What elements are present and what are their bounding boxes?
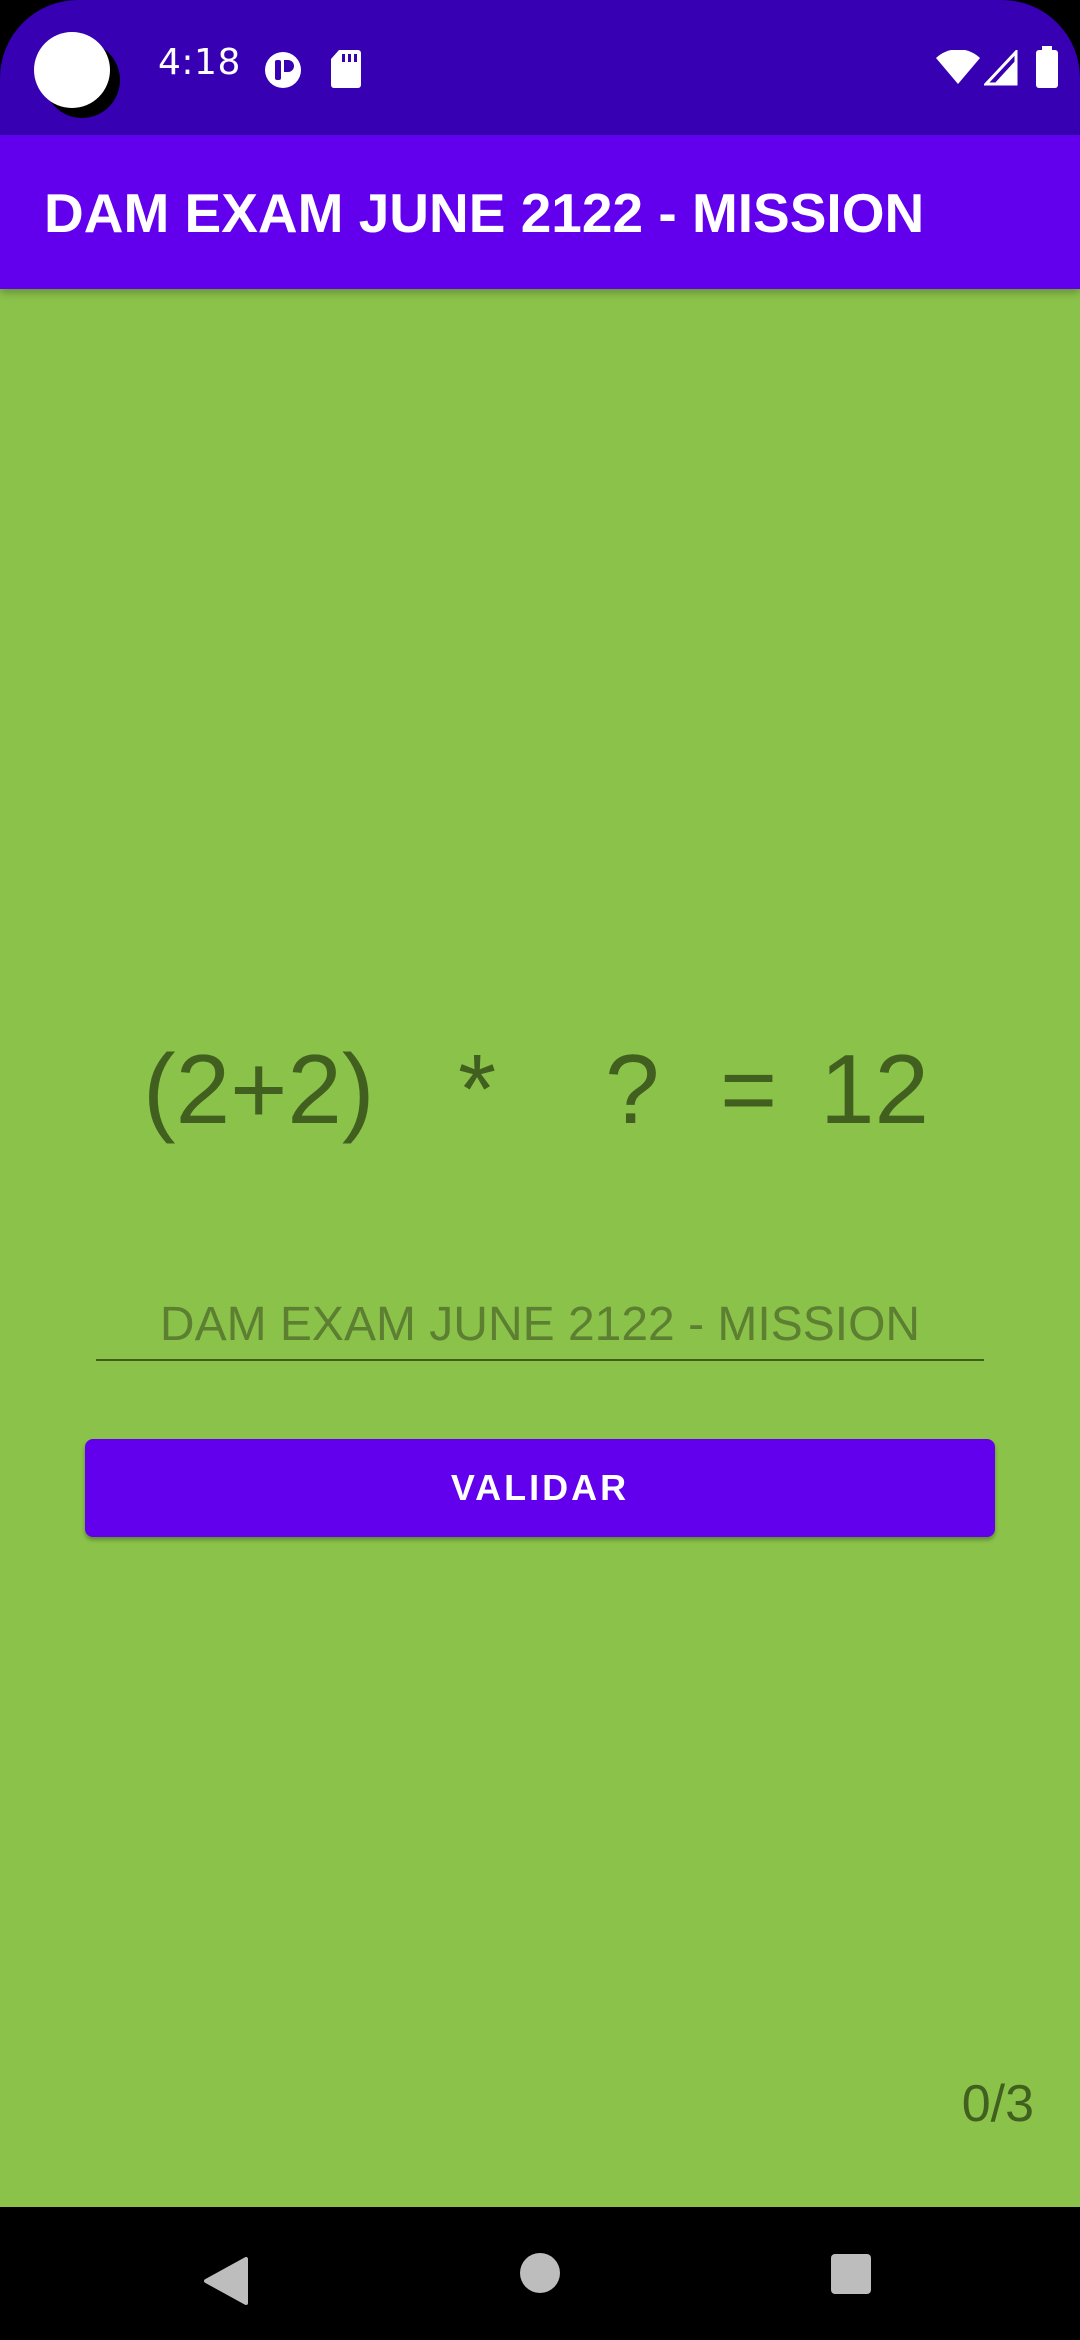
- mission-content: (2+2) * ? = 12 VALIDAR 0/3: [0, 289, 1080, 2207]
- progress-counter: 0/3: [961, 2075, 1034, 2133]
- app-title: DAM EXAM JUNE 2122 - MISSION: [44, 182, 925, 244]
- equation-left-operand: (2+2): [143, 1034, 375, 1144]
- status-bar: 4:18: [0, 0, 1080, 135]
- equation-result: 12: [820, 1034, 930, 1144]
- app-bar: DAM EXAM JUNE 2122 - MISSION: [0, 135, 1080, 289]
- phone-screen: 4:18 DAM EXAM JUNE 2122 - MISSION (2+2): [0, 0, 1080, 2340]
- home-icon[interactable]: [519, 2252, 561, 2294]
- wifi-icon: [936, 50, 980, 84]
- equation-operator: *: [458, 1034, 497, 1144]
- back-icon[interactable]: [202, 2256, 248, 2306]
- validate-button[interactable]: VALIDAR: [85, 1439, 995, 1537]
- sd-card-icon: [331, 50, 361, 88]
- signal-icon: [984, 50, 1018, 86]
- equation-unknown: ?: [605, 1034, 660, 1144]
- camera-dot-icon: [34, 32, 110, 108]
- app-notification-icon: [265, 52, 301, 88]
- status-time: 4:18: [158, 42, 241, 83]
- battery-icon: [1036, 46, 1058, 88]
- equation-equals: =: [720, 1034, 778, 1144]
- recents-icon[interactable]: [829, 2252, 873, 2296]
- answer-input[interactable]: [96, 1289, 984, 1361]
